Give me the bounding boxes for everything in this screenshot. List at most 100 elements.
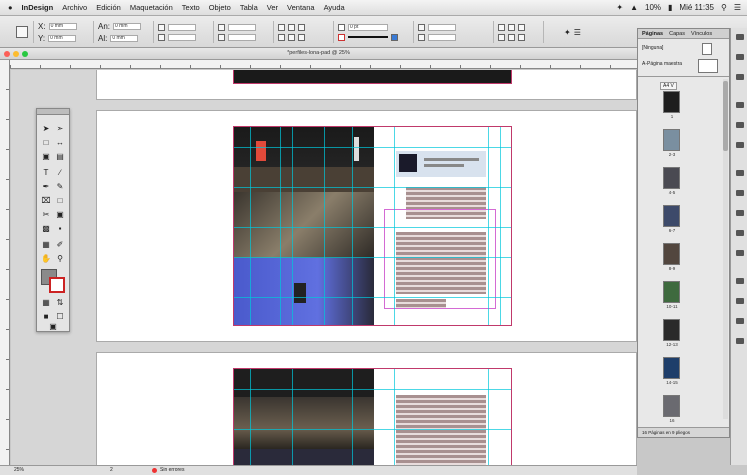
- photo-stage-blue[interactable]: [234, 258, 374, 325]
- effects-icon[interactable]: [418, 23, 425, 31]
- battery-icon[interactable]: ▮: [668, 3, 672, 12]
- scale-x-field[interactable]: [168, 23, 196, 31]
- opacity-field[interactable]: [428, 23, 456, 31]
- preflight-status-icon[interactable]: [152, 468, 157, 473]
- gradient-panel-icon[interactable]: [736, 278, 744, 284]
- stroke-panel-icon[interactable]: [736, 102, 744, 108]
- stroke-style[interactable]: [348, 36, 388, 38]
- default-colors-icon[interactable]: ▦: [40, 297, 52, 308]
- page-thumb[interactable]: [663, 91, 680, 113]
- flip-h-icon[interactable]: [298, 23, 305, 31]
- fit-proportional-icon[interactable]: [508, 33, 515, 41]
- x-field[interactable]: 0 mm: [48, 22, 77, 30]
- menu-archivo[interactable]: Archivo: [62, 3, 87, 12]
- wifi-icon[interactable]: ▲: [630, 3, 638, 12]
- rectangle-tool-icon[interactable]: □: [54, 195, 66, 206]
- menu-ventana[interactable]: Ventana: [287, 3, 315, 12]
- width-field[interactable]: 0 mm: [113, 22, 142, 30]
- free-transform-tool-icon[interactable]: ▣: [54, 209, 66, 220]
- note-tool-icon[interactable]: ▦: [40, 239, 52, 250]
- page-2-3[interactable]: [233, 126, 512, 326]
- page-thumb[interactable]: [663, 129, 680, 151]
- photo-stage-middle[interactable]: [234, 192, 374, 258]
- tab-pages[interactable]: Páginas: [642, 29, 663, 38]
- rectangle-frame-tool-icon[interactable]: ⌧: [40, 195, 52, 206]
- paragraph-styles-icon[interactable]: [736, 190, 744, 196]
- eyedropper-tool-icon[interactable]: ✐: [54, 239, 66, 250]
- panel-menu-icon[interactable]: ☰: [574, 28, 581, 37]
- pencil-tool-icon[interactable]: ✎: [54, 181, 66, 192]
- stroke-color-swatch[interactable]: [49, 277, 65, 293]
- fill-frame-icon[interactable]: [498, 33, 505, 41]
- clock[interactable]: Mié 11:35: [679, 3, 714, 12]
- page-number[interactable]: 2: [110, 467, 113, 473]
- photo-stage-bottom[interactable]: [234, 449, 374, 465]
- align-panel-icon[interactable]: [736, 230, 744, 236]
- shadow-field[interactable]: [428, 33, 456, 41]
- zoom-level[interactable]: 25%: [14, 467, 24, 473]
- wand-icon[interactable]: ✦: [564, 28, 571, 37]
- swap-colors-icon[interactable]: ⇅: [54, 297, 66, 308]
- master-none-thumb[interactable]: [702, 43, 712, 55]
- menu-maquetacion[interactable]: Maquetación: [130, 3, 173, 12]
- pen-tool-icon[interactable]: ✒: [40, 181, 52, 192]
- stroke-swatch[interactable]: [338, 33, 345, 41]
- select-container-icon[interactable]: [288, 33, 295, 41]
- screen-mode-icon[interactable]: ▣: [47, 321, 59, 332]
- pages-panel-icon[interactable]: [736, 34, 744, 40]
- layers-panel-icon[interactable]: [736, 54, 744, 60]
- scale-y-field[interactable]: [168, 33, 196, 41]
- preflight-status[interactable]: Sin errores: [160, 467, 184, 473]
- effects-panel-icon[interactable]: [736, 250, 744, 256]
- page-previous[interactable]: [233, 70, 512, 84]
- spotlight-icon[interactable]: ⚲: [721, 3, 727, 12]
- tab-links[interactable]: Vínculos: [691, 29, 712, 38]
- page-thumb[interactable]: [663, 395, 680, 417]
- hand-tool-icon[interactable]: ✋: [40, 253, 52, 264]
- links-panel-icon[interactable]: [736, 74, 744, 80]
- page-thumb[interactable]: [663, 167, 680, 189]
- direct-selection-tool-icon[interactable]: ➣: [54, 123, 66, 134]
- auto-fit-icon[interactable]: [518, 33, 525, 41]
- swatches-panel-icon[interactable]: [736, 142, 744, 148]
- selection-tool-icon[interactable]: ➤: [40, 123, 52, 134]
- page-4-5[interactable]: [233, 368, 512, 465]
- menu-objeto[interactable]: Objeto: [209, 3, 231, 12]
- menu-texto[interactable]: Texto: [182, 3, 200, 12]
- photo-stage-set[interactable]: [234, 397, 374, 449]
- master-a[interactable]: A-Página maestra: [642, 61, 682, 67]
- table-panel-icon[interactable]: [736, 338, 744, 344]
- gap-tool-icon[interactable]: ↔: [54, 137, 66, 148]
- gradient-tool-icon[interactable]: ▩: [40, 223, 52, 234]
- transform-panel-icon[interactable]: [736, 318, 744, 324]
- fill-swatch[interactable]: [338, 23, 345, 31]
- notifications-icon[interactable]: ☰: [734, 3, 741, 12]
- y-field[interactable]: 0 mm: [48, 34, 77, 42]
- select-content-icon[interactable]: [298, 33, 305, 41]
- horizontal-ruler[interactable]: [10, 60, 637, 69]
- tab-layers[interactable]: Capas: [669, 29, 685, 38]
- pages-scrollbar-thumb[interactable]: [723, 81, 728, 151]
- scissors-tool-icon[interactable]: ✂: [40, 209, 52, 220]
- rotate-90-icon[interactable]: [278, 23, 285, 31]
- page-thumb[interactable]: [663, 243, 680, 265]
- page-tool-icon[interactable]: □: [40, 137, 52, 148]
- menu-ver[interactable]: Ver: [267, 3, 278, 12]
- text-frame-page-5[interactable]: [396, 395, 486, 465]
- shear-field[interactable]: [228, 33, 256, 41]
- image-frame[interactable]: [234, 70, 511, 83]
- pages-size-selector[interactable]: A4 V: [660, 82, 677, 90]
- line-tool-icon[interactable]: ∕: [54, 167, 66, 178]
- stroke-color-icon[interactable]: [391, 33, 398, 41]
- dropbox-icon[interactable]: ✦: [616, 3, 623, 12]
- reference-point[interactable]: [12, 21, 34, 43]
- text-wrap-icon[interactable]: [736, 210, 744, 216]
- fit-frame-icon[interactable]: [508, 23, 515, 31]
- character-styles-icon[interactable]: [736, 170, 744, 176]
- tools-panel-header[interactable]: [37, 109, 69, 115]
- menu-ayuda[interactable]: Ayuda: [324, 3, 345, 12]
- flip-v-icon[interactable]: [278, 33, 285, 41]
- type-tool-icon[interactable]: T: [40, 167, 52, 178]
- page-thumb[interactable]: [663, 319, 680, 341]
- page-thumb[interactable]: [663, 357, 680, 379]
